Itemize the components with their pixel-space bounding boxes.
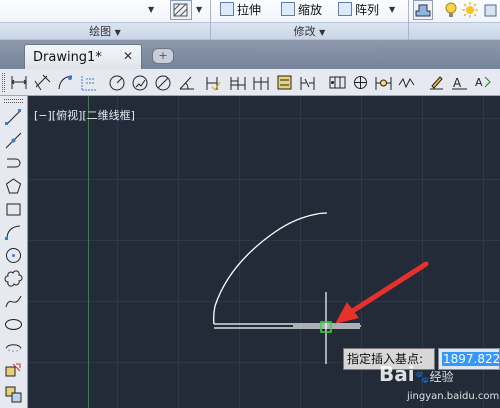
center-mark-icon[interactable] — [351, 73, 370, 92]
hatch-button[interactable] — [170, 0, 192, 20]
radius-dim-icon[interactable] — [108, 73, 127, 92]
revision-cloud-icon[interactable] — [4, 269, 23, 288]
plus-icon: + — [158, 49, 168, 62]
stretch-button[interactable]: 拉伸 — [220, 0, 261, 20]
dim-update-icon[interactable]: A — [473, 73, 492, 92]
watermark-brand: Bai — [379, 362, 415, 386]
ellipse-arc-icon[interactable] — [4, 338, 23, 357]
scale-icon — [281, 2, 295, 16]
paw-icon: 🐾 — [414, 370, 430, 384]
arc-icon[interactable] — [4, 223, 23, 242]
watermark-url: jingyan.baidu.com — [407, 391, 500, 402]
quick-dim-icon[interactable] — [204, 73, 223, 92]
panel-title-overflow — [409, 22, 500, 39]
drawn-geometry[interactable] — [213, 212, 360, 329]
make-block-icon[interactable] — [4, 384, 23, 403]
edit-dim-icon[interactable] — [427, 73, 446, 92]
dropdown-arrow-icon[interactable]: ▼ — [196, 5, 202, 14]
close-icon[interactable]: ✕ — [123, 49, 133, 63]
diameter-dim-icon[interactable] — [154, 73, 173, 92]
rectangle-icon[interactable] — [4, 200, 23, 219]
construction-line-icon[interactable] — [4, 131, 23, 150]
draw-toolbar — [0, 96, 28, 408]
viewport-controls-label[interactable]: [−][俯视][二维线框] — [34, 107, 135, 123]
svg-text:A: A — [453, 76, 462, 90]
linear-dim-icon[interactable] — [10, 73, 29, 92]
watermark: Bai🐾经验 — [379, 362, 454, 386]
toolbar-grip[interactable] — [4, 99, 23, 103]
draw-panel-title[interactable]: 绘图 ▼ — [0, 22, 210, 39]
dropdown-arrow-icon[interactable]: ▼ — [389, 5, 395, 14]
dim-text-edit-icon[interactable]: A — [450, 73, 469, 92]
arc-length-icon[interactable] — [56, 73, 75, 92]
dimension-toolbar: A A — [0, 69, 500, 96]
polyline-icon[interactable] — [4, 154, 23, 173]
line-icon[interactable] — [4, 108, 23, 127]
continue-dim-icon[interactable] — [252, 73, 271, 92]
baseline-dim-icon[interactable] — [229, 73, 248, 92]
svg-text:A: A — [475, 76, 483, 89]
circle-icon[interactable] — [4, 246, 23, 265]
polygon-icon[interactable] — [4, 177, 23, 196]
aligned-dim-icon[interactable] — [33, 73, 52, 92]
scale-button[interactable]: 缩放 — [281, 0, 322, 20]
jogged-linear-icon[interactable] — [397, 73, 416, 92]
array-icon — [338, 2, 352, 16]
tab-label: Drawing1* — [33, 50, 102, 65]
inspect-icon[interactable] — [374, 73, 393, 92]
angular-dim-icon[interactable] — [177, 73, 196, 92]
tolerance-icon[interactable] — [328, 73, 347, 92]
jogged-dim-icon[interactable] — [131, 73, 150, 92]
toolbar-grip[interactable] — [2, 73, 5, 92]
drawing-viewport[interactable]: [−][俯视][二维线框] 指定插入基点: 1897.8221 Bai🐾经验 j… — [29, 96, 500, 408]
layer-state-icons[interactable] — [444, 1, 500, 19]
dropdown-arrow-icon[interactable]: ▼ — [148, 5, 154, 14]
insert-block-icon[interactable] — [4, 361, 23, 380]
stamp-button[interactable] — [413, 0, 433, 20]
ellipse-icon[interactable] — [4, 315, 23, 334]
document-tab-bar: Drawing1* ✕ + — [0, 40, 500, 69]
stretch-icon — [220, 2, 234, 16]
tab-drawing1[interactable]: Drawing1* ✕ — [24, 44, 142, 69]
annotation-arrow-icon — [335, 261, 429, 324]
modify-panel-title[interactable]: 修改 ▼ — [211, 22, 408, 39]
break-dim-icon[interactable] — [298, 73, 317, 92]
space-dim-icon[interactable] — [275, 73, 294, 92]
stamp-icon — [415, 4, 431, 17]
spline-icon[interactable] — [4, 292, 23, 311]
array-button[interactable]: 阵列 — [338, 0, 379, 20]
ordinate-dim-icon[interactable] — [79, 73, 98, 92]
arc-shape[interactable] — [213, 212, 328, 325]
hatch-icon — [173, 3, 188, 17]
ribbon: ▼ ▼ 拉伸 缩放 阵列 ▼ 绘图 ▼ 修改 ▼ — [0, 0, 500, 40]
watermark-brand-suffix: 经验 — [429, 370, 454, 384]
new-tab-button[interactable]: + — [152, 48, 174, 64]
